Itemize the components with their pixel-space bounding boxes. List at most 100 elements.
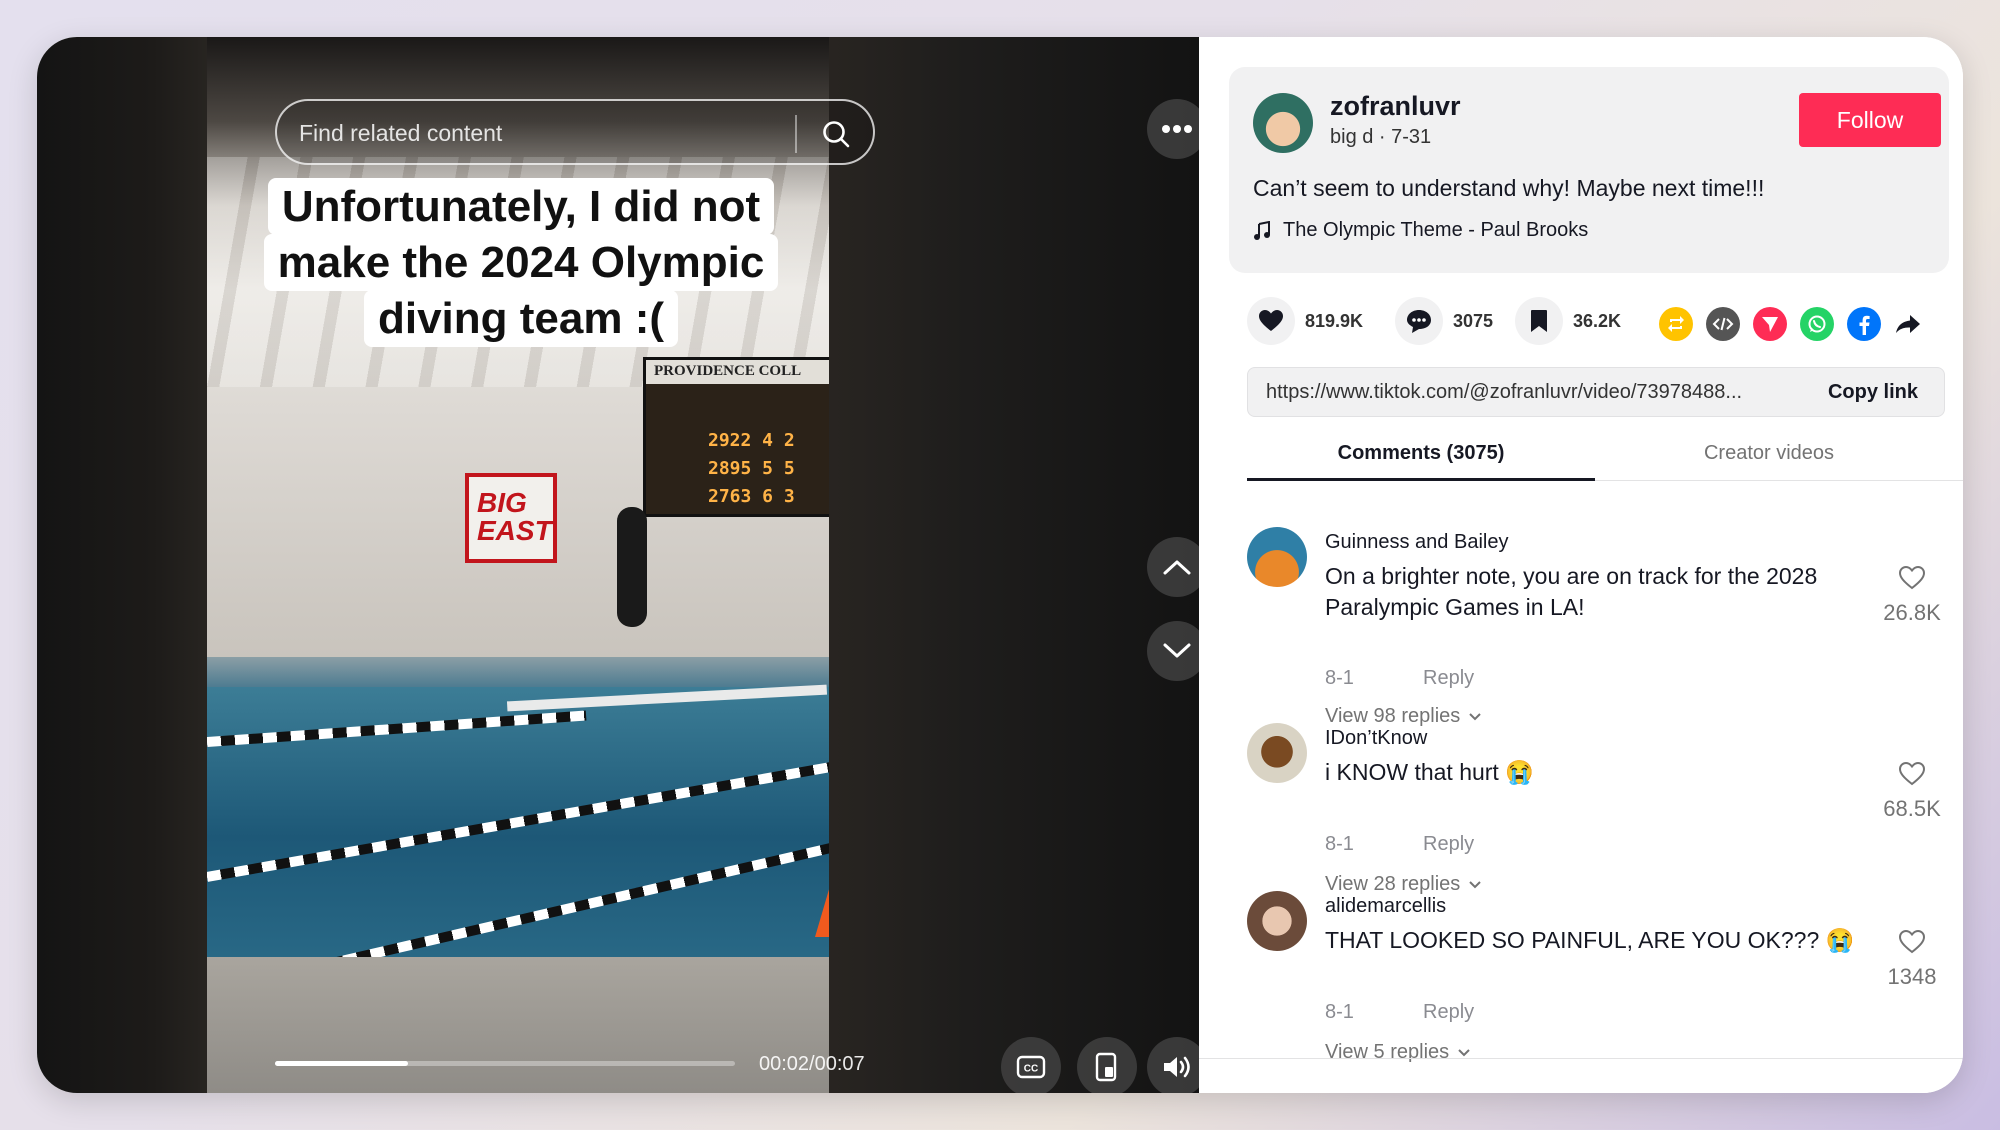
comment-like-button[interactable]: 26.8K xyxy=(1877,565,1947,626)
author-subline: big d · 7-31 xyxy=(1330,126,1432,148)
author-card: zofranluvr big d · 7-31 Follow Can’t see… xyxy=(1229,67,1949,273)
save-count: 36.2K xyxy=(1573,310,1622,331)
search-divider xyxy=(795,115,797,153)
comment-like-count: 68.5K xyxy=(1883,796,1941,821)
comment-action[interactable]: 3075 xyxy=(1395,297,1493,345)
banner-text: BIG EAST xyxy=(477,487,552,546)
like-action[interactable]: 819.9K xyxy=(1247,297,1363,345)
author-username[interactable]: zofranluvr xyxy=(1330,91,1461,122)
music-link[interactable]: The Olympic Theme - Paul Brooks xyxy=(1253,219,1588,242)
chevron-down-icon xyxy=(1469,880,1481,888)
scene-deck xyxy=(207,957,829,1093)
view-replies-label: View 5 replies xyxy=(1325,1041,1450,1063)
save-action[interactable]: 36.2K xyxy=(1515,297,1621,345)
heart-outline-icon xyxy=(1898,761,1926,786)
more-options-button[interactable] xyxy=(1147,99,1207,159)
comment-reply-button[interactable]: Reply xyxy=(1423,667,1474,690)
related-search-input[interactable]: Find related content xyxy=(275,99,875,165)
comment-like-button[interactable]: 68.5K xyxy=(1877,761,1947,822)
video-player[interactable]: PROVIDENCE COLL 2922 4 2 2895 5 5 2763 6… xyxy=(207,37,829,1093)
comment-text: i KNOW that hurt 😭 xyxy=(1325,759,1534,785)
copy-link-button[interactable]: Copy link xyxy=(1802,368,1944,416)
svg-text:CC: CC xyxy=(1024,1064,1038,1075)
send-icon[interactable] xyxy=(1753,307,1787,341)
video-caption: Unfortunately, I did not make the 2024 O… xyxy=(251,178,791,347)
app-window: PROVIDENCE COLL 2922 4 2 2895 5 5 2763 6… xyxy=(37,37,1963,1093)
tab-comments[interactable]: Comments (3075) xyxy=(1247,429,1595,481)
comment-username[interactable]: IDon’tKnow xyxy=(1325,727,1427,750)
share-arrow-icon[interactable] xyxy=(1891,307,1925,341)
comment-avatar[interactable] xyxy=(1247,891,1307,951)
captions-button[interactable]: CC xyxy=(1001,1037,1061,1093)
more-icon xyxy=(1162,125,1192,133)
view-replies-button[interactable]: View 5 replies xyxy=(1325,1041,1471,1064)
comment-icon xyxy=(1407,310,1431,333)
heart-outline-icon xyxy=(1898,565,1926,590)
comment-text: THAT LOOKED SO PAINFUL, ARE YOU OK??? 😭 xyxy=(1325,927,1855,953)
video-time: 00:02/00:07 xyxy=(759,1053,865,1075)
video-progress-bar[interactable] xyxy=(275,1061,735,1066)
comment-avatar[interactable] xyxy=(1247,723,1307,783)
like-button[interactable] xyxy=(1247,297,1295,345)
comment-reply-button[interactable]: Reply xyxy=(1423,833,1474,856)
video-description: Can’t seem to understand why! Maybe next… xyxy=(1253,175,1765,201)
bookmark-icon xyxy=(1531,310,1547,332)
comment-avatar[interactable] xyxy=(1247,527,1307,587)
comment-date: 8-1 xyxy=(1325,1001,1354,1023)
search-placeholder: Find related content xyxy=(299,120,503,146)
comment-date: 8-1 xyxy=(1325,833,1354,855)
share-url[interactable]: https://www.tiktok.com/@zofranluvr/video… xyxy=(1266,381,1806,404)
facebook-icon[interactable] xyxy=(1847,307,1881,341)
comment-item: Guinness and Bailey On a brighter note, … xyxy=(1247,527,1947,727)
scene-scoreboard: PROVIDENCE COLL 2922 4 2 2895 5 5 2763 6… xyxy=(643,357,829,517)
tab-creator-videos[interactable]: Creator videos xyxy=(1595,429,1943,481)
author-avatar[interactable] xyxy=(1253,93,1313,153)
music-note-icon xyxy=(1254,220,1270,240)
chevron-down-icon xyxy=(1469,712,1481,720)
whatsapp-icon[interactable] xyxy=(1800,307,1834,341)
follow-button[interactable]: Follow xyxy=(1799,93,1941,147)
heart-icon xyxy=(1259,310,1283,331)
panel-bottom-divider xyxy=(1199,1058,1963,1059)
comment-like-count: 26.8K xyxy=(1883,600,1941,625)
like-count: 819.9K xyxy=(1305,310,1364,331)
comment-count: 3075 xyxy=(1453,310,1494,331)
save-button[interactable] xyxy=(1515,297,1563,345)
floating-player-button[interactable] xyxy=(1077,1037,1137,1093)
share-link-box: https://www.tiktok.com/@zofranluvr/video… xyxy=(1247,367,1945,417)
previous-video-button[interactable] xyxy=(1147,537,1207,597)
scoreboard-row-2: 2895 5 5 xyxy=(708,458,795,479)
comment-date: 8-1 xyxy=(1325,667,1354,689)
next-video-button[interactable] xyxy=(1147,621,1207,681)
scoreboard-row-1: 2922 4 2 xyxy=(708,430,795,451)
comment-item: IDon’tKnow i KNOW that hurt 😭 8-1 Reply … xyxy=(1247,723,1947,895)
scoreboard-title: PROVIDENCE COLL xyxy=(654,363,802,379)
video-area: PROVIDENCE COLL 2922 4 2 2895 5 5 2763 6… xyxy=(37,37,1207,1093)
panel-tabs: Comments (3075) Creator videos xyxy=(1247,429,1963,481)
scene-banner: BIG EAST xyxy=(465,473,557,563)
caption-text: Unfortunately, I did not make the 2024 O… xyxy=(263,178,779,347)
action-bar: 819.9K 3075 36.2K xyxy=(1247,297,1947,355)
comment-like-button[interactable]: 1348 xyxy=(1877,929,1947,990)
details-panel: zofranluvr big d · 7-31 Follow Can’t see… xyxy=(1199,37,1963,1093)
search-icon[interactable] xyxy=(821,119,851,149)
comment-reply-button[interactable]: Reply xyxy=(1423,1001,1474,1024)
scoreboard-band: PROVIDENCE COLL xyxy=(646,360,829,384)
chevron-up-icon xyxy=(1163,560,1191,575)
comment-text: On a brighter note, you are on track for… xyxy=(1325,563,1818,620)
heart-outline-icon xyxy=(1898,929,1926,954)
repost-icon[interactable] xyxy=(1659,307,1693,341)
scoreboard-row-3: 2763 6 3 xyxy=(708,486,795,507)
scene-cone xyxy=(815,869,829,937)
scene-diver xyxy=(617,507,647,627)
music-title: The Olympic Theme - Paul Brooks xyxy=(1283,219,1589,241)
comment-username[interactable]: alidemarcellis xyxy=(1325,895,1446,918)
video-progress-fill xyxy=(275,1061,409,1066)
volume-button[interactable] xyxy=(1147,1037,1207,1093)
comment-button[interactable] xyxy=(1395,297,1443,345)
comment-username[interactable]: Guinness and Bailey xyxy=(1325,531,1508,554)
embed-icon[interactable] xyxy=(1706,307,1740,341)
chevron-down-icon xyxy=(1163,643,1191,658)
comment-item: alidemarcellis THAT LOOKED SO PAINFUL, A… xyxy=(1247,891,1947,1063)
comment-like-count: 1348 xyxy=(1887,964,1937,989)
